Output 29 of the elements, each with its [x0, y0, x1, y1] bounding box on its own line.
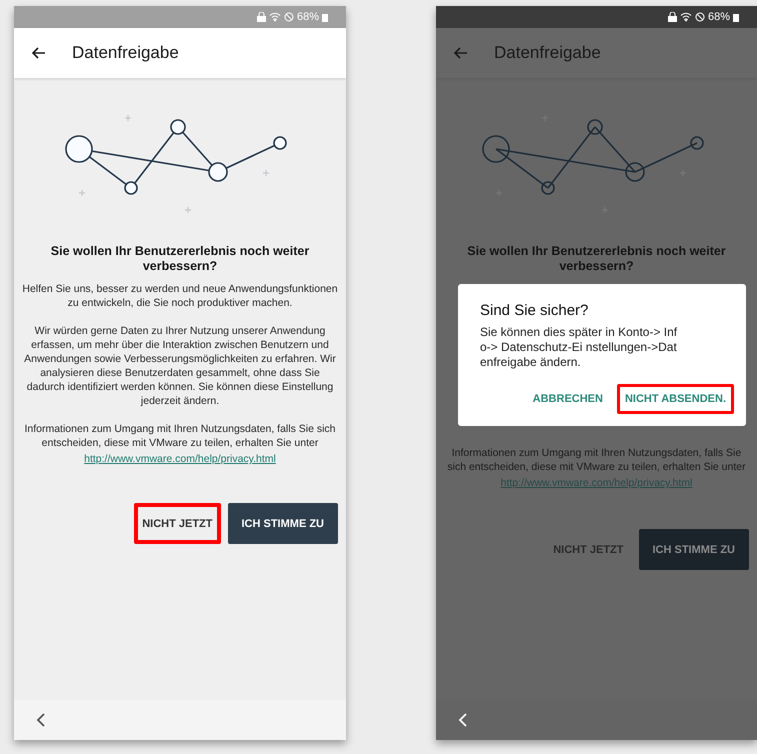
lock-icon [668, 12, 677, 22]
back-chevron-icon[interactable] [36, 713, 45, 727]
do-not-disturb-icon [284, 12, 294, 22]
heading: Sie wollen Ihr Benutzererlebnis noch weiter verbessern? [466, 244, 727, 274]
agree-button[interactable]: ICH STIMME ZU [228, 503, 338, 544]
dialog-button[interactable]: NICHT ABSENDEN. [616, 384, 734, 414]
not-now-button[interactable]: NICHT JETZT [545, 529, 632, 570]
dialog-button[interactable]: ABBRECHEN [524, 384, 611, 414]
privacy-link[interactable]: http://www.vmware.com/help/privacy.html [84, 452, 276, 466]
dialog-title: Sind Sie sicher? [480, 302, 590, 319]
lock-icon [256, 12, 266, 22]
wifi-icon [680, 12, 692, 22]
dialog-message: Sie können dies später in Konto-> Info-> Datenschutz-Ei nstellungen->Datenfreigabe ändern. [480, 325, 678, 370]
not-now-button[interactable]: NICHT JETZT [134, 503, 220, 544]
battery-percentage: 68% [296, 11, 319, 23]
battery-icon [733, 12, 739, 22]
back-arrow-icon[interactable] [32, 47, 46, 59]
heading: Sie wollen Ihr Benutzererlebnis noch weiter verbessern? [50, 244, 310, 274]
battery-percentage: 68% [708, 11, 730, 23]
battery-icon [322, 12, 328, 22]
screen-title: Datenfreigabe [494, 43, 601, 63]
wifi-icon [268, 12, 281, 22]
agree-button[interactable]: ICH STIMME ZU [638, 529, 749, 570]
body-paragraph: Informationen zum Umgang mit Ihren Nutzungsdaten, falls Sie sich entscheiden, diese mit VMware zu teilen, erhalten Sie unter [446, 446, 747, 474]
screen-title: Datenfreigabe [72, 43, 179, 63]
body-paragraph: Informationen zum Umgang mit Ihren Nutzungsdaten, falls Sie sich entscheiden, diese mit VMware zu teilen, erhalten Sie unter [23, 422, 337, 450]
body-paragraph: Helfen Sie uns, besser zu werden und neue Anwendungsfunktionen zu entwickeln, die Sie noch produktiver machen. [22, 282, 338, 310]
body-paragraph: Wir würden gerne Daten zu Ihrer Nutzung unserer Anwendung erfassen, um mehr über die Interaktion zwischen Benutzern und Anwendungen sowie Verbesserungsmöglichkeiten zu erfahren. Wir analysieren diese Benutzerdaten gesammelt, ohne dass Sie dadurch identifiziert werden können. Sie können diese Einstellung jederzeit ändern. [23, 324, 337, 408]
do-not-disturb-icon [694, 12, 705, 22]
